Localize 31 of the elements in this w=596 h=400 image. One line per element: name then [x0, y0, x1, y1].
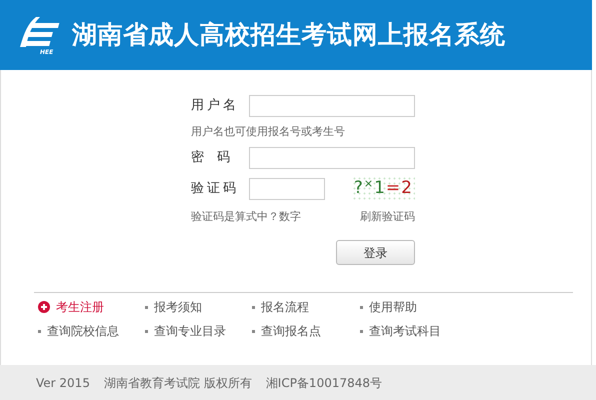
bullet-icon [360, 330, 363, 332]
bullet-icon [252, 306, 255, 308]
bullet-icon [360, 306, 363, 308]
register-link[interactable]: 考生注册 [38, 298, 145, 316]
bullet-icon [38, 330, 41, 332]
hint-text: 用户名也可使用报名号或考生号 [191, 124, 346, 140]
login-button[interactable]: 登录 [336, 240, 415, 265]
menu-link[interactable]: 查询院校信息 [38, 322, 145, 340]
field-label: 验证码 [191, 180, 240, 198]
password-input[interactable] [249, 146, 415, 168]
icp-text: 湘ICP备10017848号 [266, 374, 382, 392]
site-title: 湖南省成人高校招生考试网上报名系统 [72, 19, 506, 52]
field-label: 密 码 [191, 148, 231, 167]
version-text: Ver 2015 [36, 374, 90, 392]
menu-link[interactable]: 报考须知 [145, 298, 252, 316]
menu-link[interactable]: 使用帮助 [360, 298, 478, 316]
copyright-text: 湖南省教育考试院 版权所有 [104, 374, 252, 392]
field-label: 用户名 [191, 97, 240, 116]
captcha-input[interactable] [249, 178, 325, 200]
bullet-icon [252, 330, 255, 332]
captcha-image[interactable]: ?×1=2 [352, 176, 415, 202]
username-input[interactable] [249, 95, 415, 117]
refresh-captcha-link[interactable]: 刷新验证码 [360, 208, 415, 225]
hint-text: 验证码是算式中？数字 [191, 208, 301, 224]
menu-link[interactable]: 查询专业目录 [145, 322, 252, 340]
plus-icon [38, 301, 50, 313]
bullet-icon [145, 330, 148, 332]
menu-link[interactable]: 查询考试科目 [360, 322, 478, 340]
menu-link[interactable]: 报名流程 [252, 298, 360, 316]
bullet-icon [145, 306, 148, 308]
menu-link[interactable]: 查询报名点 [252, 322, 360, 340]
